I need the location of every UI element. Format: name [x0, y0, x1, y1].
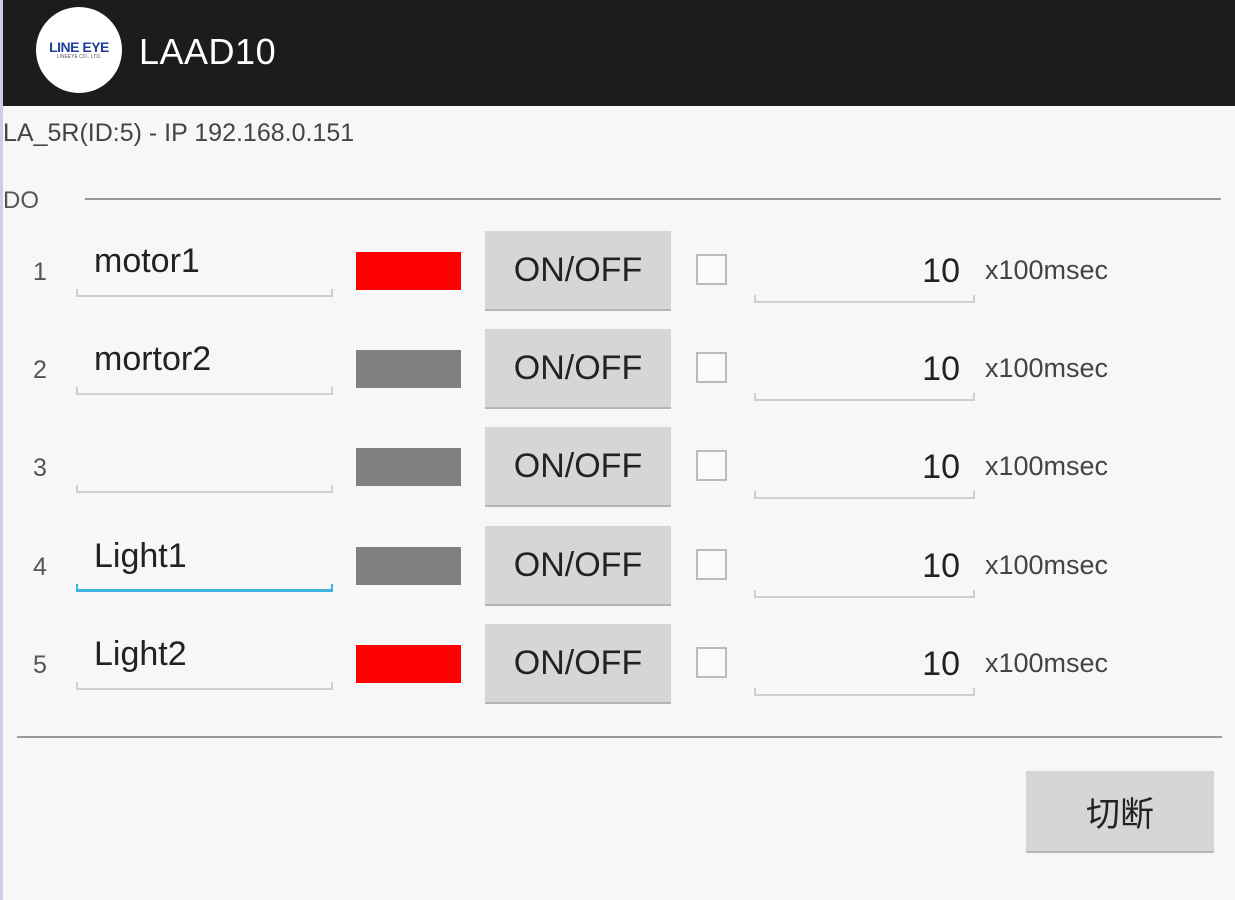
time-unit-label: x100msec	[985, 451, 1109, 481]
output-state-indicator	[356, 645, 461, 683]
field-underline	[754, 295, 975, 303]
output-name-value: Light1	[94, 537, 187, 575]
output-name-field[interactable]: mortor2	[76, 329, 334, 395]
output-name-value: Light2	[94, 635, 187, 673]
output-state-indicator	[356, 252, 461, 290]
row-number: 5	[33, 651, 47, 679]
field-underline	[754, 590, 975, 598]
time-unit-label: x100msec	[985, 648, 1109, 678]
action-bar: LINE EYE LINEEYE CO., LTD. LAAD10	[3, 0, 1235, 106]
output-state-indicator	[356, 350, 461, 388]
pulse-checkbox[interactable]	[696, 254, 727, 285]
pulse-checkbox[interactable]	[696, 549, 727, 580]
field-underline	[76, 289, 333, 297]
output-name-field[interactable]: Light2	[76, 624, 334, 690]
do-row-2: 2 mortor2 ON/OFF 10 x100msec	[0, 329, 1235, 419]
pulse-time-field[interactable]: 10	[754, 329, 976, 401]
field-underline	[76, 387, 333, 395]
field-underline	[754, 491, 975, 499]
on-off-button[interactable]: ON/OFF	[485, 526, 671, 606]
pulse-time-field[interactable]: 10	[754, 427, 976, 499]
pulse-time-value: 10	[922, 252, 960, 290]
row-number: 1	[33, 258, 47, 286]
on-off-button[interactable]: ON/OFF	[485, 231, 671, 311]
do-row-3: 3 ON/OFF 10 x100msec	[0, 427, 1235, 517]
on-off-button[interactable]: ON/OFF	[485, 624, 671, 704]
output-state-indicator	[356, 547, 461, 585]
time-unit-label: x100msec	[985, 255, 1109, 285]
bottom-divider	[17, 736, 1222, 738]
pulse-time-field[interactable]: 10	[754, 624, 976, 696]
pulse-time-value: 10	[922, 547, 960, 585]
field-underline	[754, 393, 975, 401]
row-number: 4	[33, 553, 47, 581]
pulse-time-value: 10	[922, 448, 960, 486]
do-row-4: 4 Light1 ON/OFF 10 x100msec	[0, 526, 1235, 616]
output-state-indicator	[356, 448, 461, 486]
row-number: 2	[33, 356, 47, 384]
app-title: LAAD10	[139, 31, 277, 72]
field-underline-focused	[76, 584, 333, 592]
pulse-time-field[interactable]: 10	[754, 526, 976, 598]
pulse-time-value: 10	[922, 645, 960, 683]
output-name-field[interactable]: motor1	[76, 231, 334, 297]
pulse-checkbox[interactable]	[696, 352, 727, 383]
section-label-do: DO	[3, 187, 39, 214]
on-off-button[interactable]: ON/OFF	[485, 427, 671, 507]
pulse-checkbox[interactable]	[696, 647, 727, 678]
time-unit-label: x100msec	[985, 550, 1109, 580]
time-unit-label: x100msec	[985, 353, 1109, 383]
do-row-1: 1 motor1 ON/OFF 10 x100msec	[0, 231, 1235, 321]
pulse-checkbox[interactable]	[696, 450, 727, 481]
logo-brand-text: LINE EYE	[49, 38, 109, 55]
field-underline	[754, 688, 975, 696]
disconnect-button[interactable]: 切断	[1026, 771, 1214, 853]
field-underline	[76, 682, 333, 690]
pulse-time-value: 10	[922, 350, 960, 388]
output-name-field[interactable]: Light1	[76, 526, 334, 592]
field-underline	[76, 485, 333, 493]
device-info: LA_5R(ID:5) - IP 192.168.0.151	[3, 119, 355, 147]
row-number: 3	[33, 454, 47, 482]
do-row-5: 5 Light2 ON/OFF 10 x100msec	[0, 624, 1235, 714]
on-off-button[interactable]: ON/OFF	[485, 329, 671, 409]
output-name-field[interactable]	[76, 427, 334, 493]
section-divider	[85, 198, 1221, 200]
logo-sub-text: LINEEYE CO., LTD.	[56, 53, 102, 60]
app-logo: LINE EYE LINEEYE CO., LTD.	[36, 7, 122, 93]
output-name-value: motor1	[94, 242, 200, 280]
pulse-time-field[interactable]: 10	[754, 231, 976, 303]
output-name-value: mortor2	[94, 340, 212, 378]
